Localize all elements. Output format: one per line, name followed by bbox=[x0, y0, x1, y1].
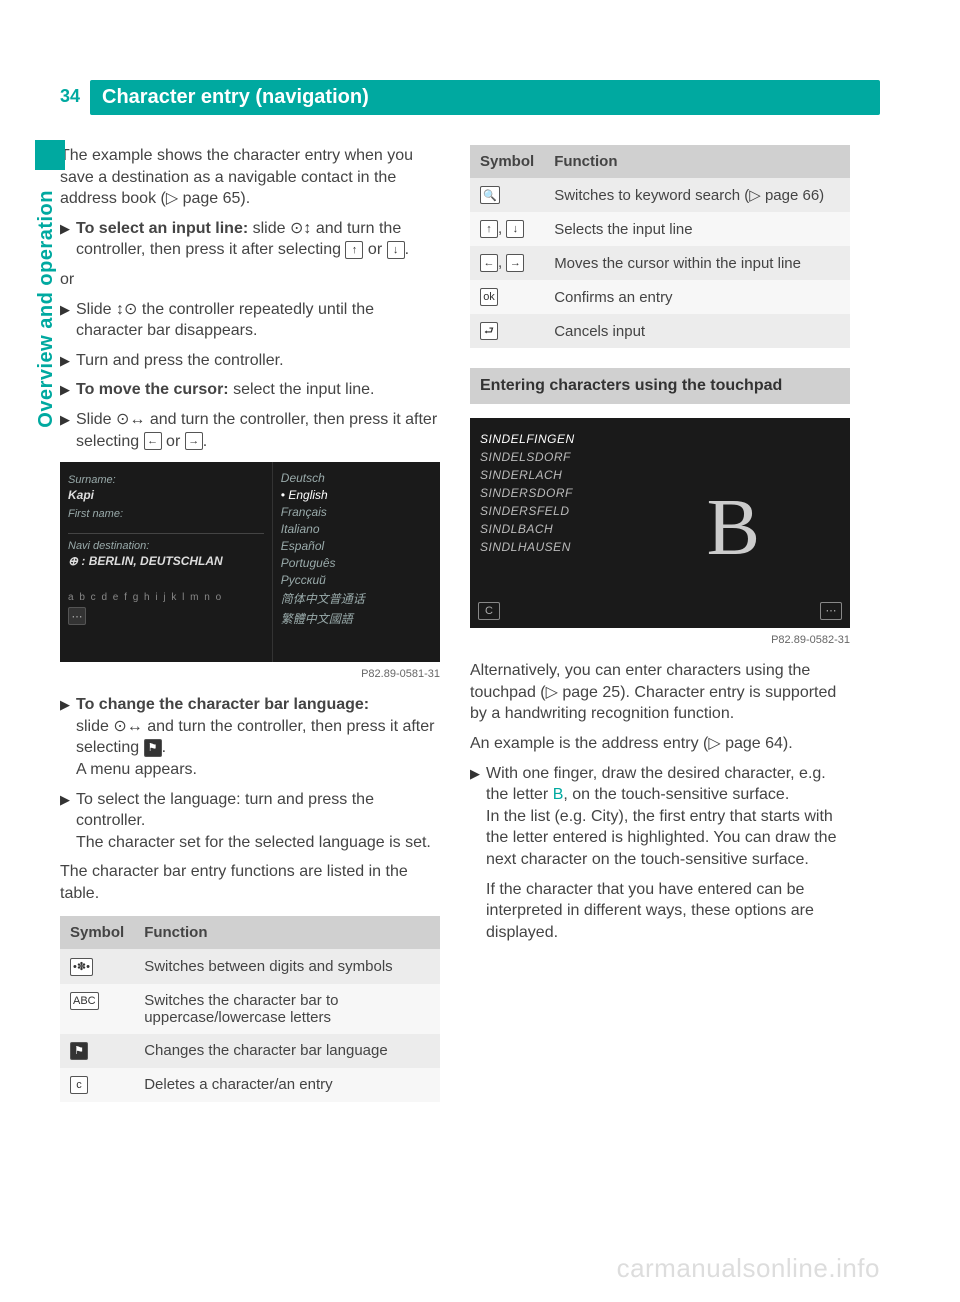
search-icon: 🔍 bbox=[480, 186, 500, 204]
symbols-toggle-icon: •✽• bbox=[70, 958, 93, 976]
table-row: ok Confirms an entry bbox=[470, 280, 850, 314]
firstname-label: First name: bbox=[68, 508, 264, 520]
language-list: Deutsch English Français Italiano Españo… bbox=[273, 462, 440, 662]
delete-icon: c bbox=[70, 1076, 88, 1094]
step-marker-icon: ▶ bbox=[470, 765, 486, 873]
touchpad-para2: An example is the address entry (▷ page … bbox=[470, 733, 850, 755]
table-header: Symbol Function bbox=[470, 145, 850, 178]
abc-case-icon: ABC bbox=[70, 992, 99, 1010]
step-marker-icon: ▶ bbox=[60, 411, 76, 454]
table-row: ⮐ Cancels input bbox=[470, 314, 850, 348]
step-label: To select an input line: bbox=[76, 220, 248, 237]
table-intro: The character bar entry functions are li… bbox=[60, 861, 440, 904]
right-arrow-icon: → bbox=[506, 254, 524, 272]
screenshot-language-menu: Surname: Kapi First name: Navi destinati… bbox=[60, 462, 440, 662]
table-row: 🔍 Switches to keyword search (▷ page 66) bbox=[470, 178, 850, 212]
options-corner-icon: ⋯ bbox=[820, 602, 842, 620]
table-row: ABC Switches the character bar to upperc… bbox=[60, 984, 440, 1034]
step-note-interpretation: If the character that you have entered c… bbox=[470, 879, 850, 944]
screenshot-caption: P82.89-0582-31 bbox=[470, 634, 850, 646]
page-number: 34 bbox=[60, 80, 90, 115]
handwritten-letter: B bbox=[707, 483, 760, 574]
up-arrow-icon: ↑ bbox=[345, 241, 363, 259]
city-list: SINDELFINGEN SINDELSDORF SINDERLACH SIND… bbox=[480, 432, 840, 554]
step-draw-character: ▶ With one finger, draw the desired char… bbox=[470, 763, 850, 871]
touchpad-para1: Alternatively, you can enter characters … bbox=[470, 660, 850, 725]
table-row: ↑, ↓ Selects the input line bbox=[470, 212, 850, 246]
screenshot-touchpad-entry: SINDELFINGEN SINDELSDORF SINDERLACH SIND… bbox=[470, 418, 850, 628]
left-arrow-icon: ← bbox=[480, 254, 498, 272]
up-arrow-icon: ↑ bbox=[480, 220, 498, 238]
down-arrow-icon: ↓ bbox=[506, 220, 524, 238]
symbol-toggle-icon: ⋯ bbox=[68, 607, 86, 625]
section-heading: Entering characters using the touchpad bbox=[470, 368, 850, 404]
step-change-language: ▶ To change the character bar language: … bbox=[60, 694, 440, 780]
step-label: To change the character bar language: bbox=[76, 696, 369, 713]
intro-paragraph: The example shows the character entry wh… bbox=[60, 145, 440, 210]
table-row: c Deletes a character/an entry bbox=[60, 1068, 440, 1102]
delete-corner-icon: C bbox=[478, 602, 500, 620]
step-move-cursor: ▶ To move the cursor: select the input l… bbox=[60, 379, 440, 401]
left-column: The example shows the character entry wh… bbox=[60, 145, 440, 1102]
step-select-input-line: ▶ To select an input line: slide ⊙↕ and … bbox=[60, 218, 440, 261]
step-marker-icon: ▶ bbox=[60, 220, 76, 263]
table-row: ⚑ Changes the character bar language bbox=[60, 1034, 440, 1068]
down-arrow-icon: ↓ bbox=[387, 241, 405, 259]
step-marker-icon: ▶ bbox=[60, 696, 76, 782]
symbol-function-table-2: Symbol Function 🔍 Switches to keyword se… bbox=[470, 145, 850, 348]
page-title: Character entry (navigation) bbox=[90, 80, 880, 115]
right-column: Symbol Function 🔍 Switches to keyword se… bbox=[470, 145, 850, 1102]
step-slide-controller: ▶ Slide ↕⊙ the controller repeatedly unt… bbox=[60, 299, 440, 342]
step-marker-icon: ▶ bbox=[60, 791, 76, 856]
step-turn-press: ▶ Turn and press the controller. bbox=[60, 350, 440, 372]
side-tab-label: Overview and operation bbox=[35, 190, 58, 428]
watermark: carmanualsonline.info bbox=[617, 1253, 880, 1284]
flag-icon: ⚑ bbox=[70, 1042, 88, 1060]
flag-icon: ⚑ bbox=[144, 739, 162, 757]
character-bar: a b c d e f g h i j k l m n o bbox=[68, 592, 264, 603]
table-row: ←, → Moves the cursor within the input l… bbox=[470, 246, 850, 280]
step-marker-icon: ▶ bbox=[60, 301, 76, 344]
back-icon: ⮐ bbox=[480, 322, 498, 340]
step-marker-icon: ▶ bbox=[60, 352, 76, 374]
surname-value: Kapi bbox=[68, 488, 264, 502]
navi-destination-label: Navi destination: bbox=[68, 540, 264, 552]
right-arrow-icon: → bbox=[185, 432, 203, 450]
left-arrow-icon: ← bbox=[144, 432, 162, 450]
table-row: •✽• Switches between digits and symbols bbox=[60, 949, 440, 983]
letter-example: B bbox=[553, 786, 564, 803]
navi-destination-value: ⊕ : BERLIN, DEUTSCHLAN bbox=[68, 554, 264, 568]
step-slide-turn-cursor: ▶ Slide ⊙↔ and turn the controller, then… bbox=[60, 409, 440, 452]
surname-label: Surname: bbox=[68, 474, 264, 486]
page-header: 34 Character entry (navigation) bbox=[60, 80, 880, 115]
or-separator: or bbox=[60, 269, 440, 291]
step-marker-icon: ▶ bbox=[60, 381, 76, 403]
step-select-language: ▶ To select the language: turn and press… bbox=[60, 789, 440, 854]
table-header: Symbol Function bbox=[60, 916, 440, 949]
step-label: To move the cursor: bbox=[76, 381, 229, 398]
symbol-function-table-1: Symbol Function •✽• Switches between dig… bbox=[60, 916, 440, 1101]
ok-icon: ok bbox=[480, 288, 498, 306]
side-tab-marker bbox=[35, 140, 65, 170]
screenshot-caption: P82.89-0581-31 bbox=[60, 668, 440, 680]
